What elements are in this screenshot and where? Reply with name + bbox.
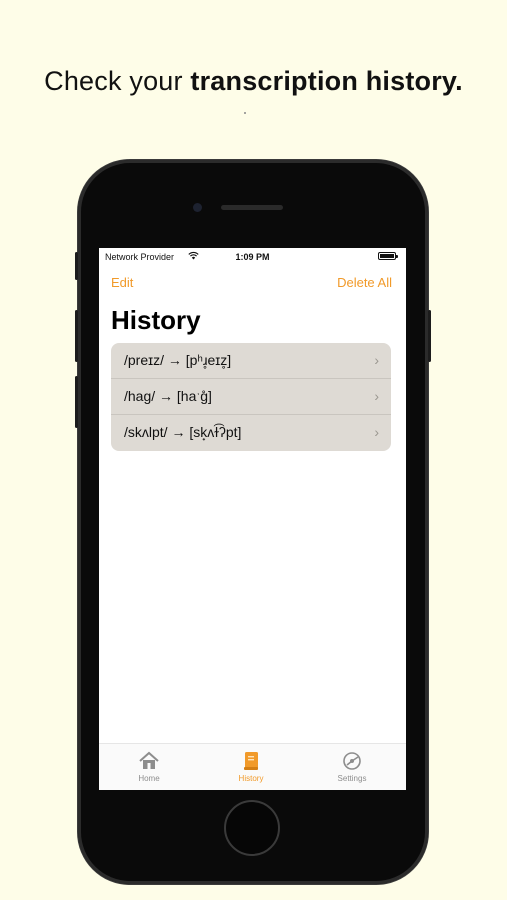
tab-history[interactable]: History	[211, 750, 291, 783]
page-title: History	[111, 305, 201, 335]
volume-down-button	[75, 376, 78, 428]
headline: Check your transcription history.	[0, 66, 507, 97]
app-screen: Network Provider 1:09 PM Edit Delete All…	[99, 248, 406, 790]
chevron-right-icon: ›	[374, 352, 379, 368]
status-bar: Network Provider 1:09 PM	[99, 248, 406, 268]
house-icon	[138, 750, 160, 772]
battery-icon	[378, 252, 398, 260]
power-button	[428, 310, 431, 362]
history-row[interactable]: /skʌlpt/ → [sk̟ʌɫ͡ʔpt] ›	[111, 415, 391, 451]
phone-frame: Network Provider 1:09 PM Edit Delete All…	[75, 160, 431, 884]
history-row[interactable]: /hag/ → [haˑg̊] ›	[111, 379, 391, 415]
tab-home-label: Home	[138, 774, 160, 783]
history-row[interactable]: /preɪz/ → [pʰɹ̥eɪz̥] ›	[111, 343, 391, 379]
history-row-text: /skʌlpt/ → [sk̟ʌɫ͡ʔpt]	[124, 424, 242, 440]
headline-normal: Check your	[44, 66, 191, 96]
earpiece-speaker	[221, 205, 283, 210]
status-time: 1:09 PM	[235, 252, 270, 262]
decorative-dot	[244, 112, 246, 114]
headline-bold: transcription history.	[190, 66, 463, 96]
tab-home[interactable]: Home	[109, 750, 189, 783]
history-row-text: /hag/ → [haˑg̊]	[124, 388, 212, 404]
history-row-text: /preɪz/ → [pʰɹ̥eɪz̥]	[124, 352, 232, 368]
tab-history-label: History	[238, 774, 264, 783]
front-camera	[193, 203, 202, 212]
book-icon	[240, 750, 262, 772]
home-button[interactable]	[224, 800, 280, 856]
tab-settings-label: Settings	[337, 774, 367, 783]
chevron-right-icon: ›	[374, 388, 379, 404]
silent-switch	[75, 252, 78, 280]
chevron-right-icon: ›	[374, 424, 379, 440]
volume-up-button	[75, 310, 78, 362]
tab-bar: Home History Settings	[99, 743, 406, 790]
tab-settings[interactable]: Settings	[312, 750, 392, 783]
delete-all-button[interactable]: Delete All	[337, 275, 392, 290]
edit-button[interactable]: Edit	[111, 275, 133, 290]
settings-icon	[341, 750, 363, 772]
history-list: /preɪz/ → [pʰɹ̥eɪz̥] › /hag/ → [haˑg̊] ›…	[111, 343, 391, 451]
